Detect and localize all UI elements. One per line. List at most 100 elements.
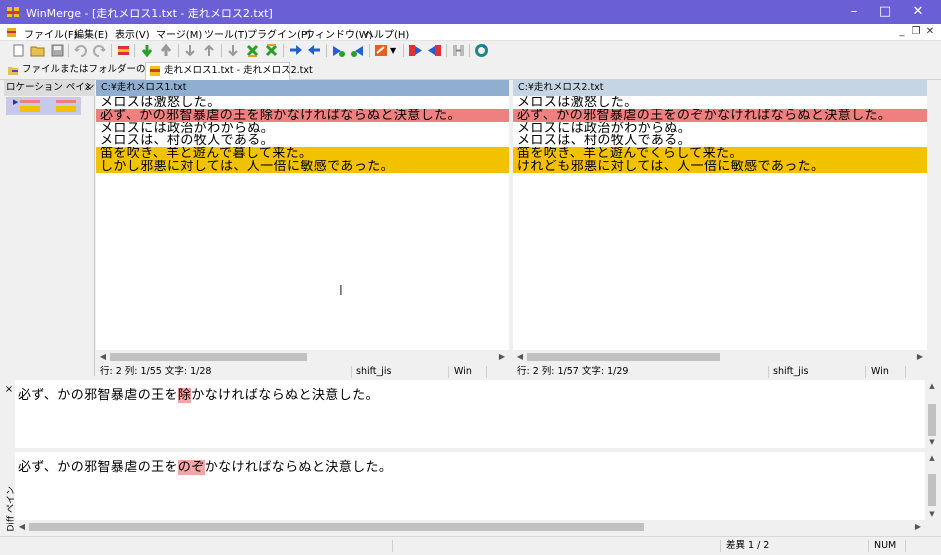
diff-pane-close-button[interactable]: × xyxy=(3,384,15,395)
copy-left-advance-icon[interactable] xyxy=(350,43,365,58)
diff-top-text-after: かなければならぬと決意した。 xyxy=(191,388,379,403)
text-cursor-icon: I xyxy=(339,284,343,299)
right-hscroll-thumb[interactable] xyxy=(527,353,720,361)
left-file-path: C:¥走れメロス1.txt xyxy=(96,80,509,96)
next-diff-icon[interactable] xyxy=(140,43,155,58)
scroll-left-icon[interactable]: ◀ xyxy=(513,350,527,364)
file-line[interactable]: メロスは、村の牧人である。 xyxy=(513,134,927,147)
right-hscrollbar[interactable]: ◀ ▶ xyxy=(513,350,927,364)
first-line-icon[interactable] xyxy=(226,43,241,58)
diff-bottom-text-after: かなければならぬと決意した。 xyxy=(204,460,393,475)
file-line[interactable]: メロスには政治がわからぬ。 xyxy=(96,122,509,135)
mdi-minimize-button[interactable]: _ xyxy=(896,26,908,38)
location-pane-close-button[interactable]: × xyxy=(82,80,94,96)
right-cursor-position: 行: 2 列: 1/57 文字: 1/29 xyxy=(517,366,629,377)
menu-edit[interactable]: 編集(E) xyxy=(74,26,108,41)
file-line[interactable]: しかし邪悪に対しては、人一倍に敏感であった。 xyxy=(96,159,509,173)
prev-diff-icon[interactable] xyxy=(159,43,174,58)
compare-doc-icon xyxy=(150,66,160,76)
close-button[interactable]: ✕ xyxy=(895,0,941,24)
scroll-right-icon[interactable]: ▶ xyxy=(495,350,509,364)
menu-plugins[interactable]: プラグイン(P) xyxy=(247,26,311,41)
file-line[interactable]: けれども邪悪に対しては、人一倍に敏感であった。 xyxy=(513,159,927,173)
diff-hscrollbar[interactable]: ◀ ▶ xyxy=(15,520,939,534)
menu-view[interactable]: 表示(V) xyxy=(115,26,150,41)
right-encoding: shift_jis xyxy=(773,366,809,377)
left-file-lines[interactable]: メロスは激怒した。 必ず、かの邪智暴虐の王を除かなければならぬと決意した。 メロスに… xyxy=(96,96,509,173)
save-icon[interactable] xyxy=(50,43,65,58)
left-hscrollbar[interactable]: ◀ ▶ xyxy=(96,350,509,364)
mdi-close-button[interactable]: ✕ xyxy=(924,26,936,38)
location-map[interactable]: ▶ xyxy=(6,97,81,115)
file-line[interactable]: メロスは激怒した。 xyxy=(96,96,509,109)
window-title: WinMerge - [走れメロス1.txt - 走れメロス2.txt] xyxy=(26,7,273,20)
diff-pane-bottom[interactable]: 必ず、かの邪智暴虐の王をのぞかなければならぬと決意した。 xyxy=(15,452,925,520)
last-conflict-icon[interactable] xyxy=(202,43,217,58)
refresh-icon[interactable] xyxy=(474,43,489,58)
undo-icon[interactable] xyxy=(73,43,88,58)
num-lock-indicator: NUM xyxy=(874,540,897,551)
first-diff-icon[interactable] xyxy=(116,43,131,58)
menu-bar: ファイル(F) 編集(E) 表示(V) マージ(M) ツール(T) プラグイン(… xyxy=(0,24,941,41)
left-encoding: shift_jis xyxy=(356,366,392,377)
diff-hscroll-thumb[interactable] xyxy=(29,523,644,531)
file-line[interactable]: メロスは激怒した。 xyxy=(513,96,927,109)
left-file-pane[interactable]: C:¥走れメロス1.txt メロスは激怒した。 必ず、かの邪智暴虐の王を除かなけれ… xyxy=(96,80,509,364)
file-line[interactable]: メロスは、村の牧人である。 xyxy=(96,134,509,147)
menu-window[interactable]: ウィンドウ(W) xyxy=(305,26,373,41)
tab-label: 走れメロス1.txt - 走れメロス2.txt xyxy=(164,65,313,76)
diff-pane: × Diff ペイン 必ず、かの邪智暴虐の王を除かなければならぬと決意した。 ▲… xyxy=(0,380,941,536)
scroll-down-icon[interactable]: ▼ xyxy=(925,436,939,448)
diff-top-line: 必ず、かの邪智暴虐の王を除かなければならぬと決意した。 xyxy=(18,384,379,403)
right-file-pane[interactable]: C:¥走れメロス2.txt メロスは激怒した。 必ず、かの邪智暴虐の王をのぞかなけ… xyxy=(513,80,927,364)
left-eol: Win xyxy=(454,366,472,377)
redo-icon[interactable] xyxy=(92,43,107,58)
mdi-restore-button[interactable]: ❐ xyxy=(910,26,922,38)
current-diff-icon[interactable] xyxy=(245,43,260,58)
menu-file[interactable]: ファイル(F) xyxy=(24,26,78,41)
options-icon[interactable] xyxy=(374,43,389,58)
scroll-left-icon[interactable]: ◀ xyxy=(15,520,29,534)
location-pane: ロケーション ペイン × ▶ xyxy=(4,80,95,376)
menu-help[interactable]: ヘルプ(H) xyxy=(364,26,409,41)
scroll-right-icon[interactable]: ▶ xyxy=(913,350,927,364)
toolbar: ▼ xyxy=(0,41,941,60)
copy-left-icon[interactable] xyxy=(307,43,322,58)
diff-top-vscrollbar[interactable]: ▲ ▼ xyxy=(925,380,939,448)
file-line[interactable]: 笛を吹き、羊と遊んで暮して来た。 xyxy=(96,147,509,160)
scroll-down-icon[interactable]: ▼ xyxy=(925,508,939,520)
last-diff-icon[interactable] xyxy=(264,43,279,58)
file-line[interactable]: 笛を吹き、羊と遊んでくらして来た。 xyxy=(513,147,927,160)
open-icon[interactable] xyxy=(30,43,45,58)
scroll-up-icon[interactable]: ▲ xyxy=(925,452,939,464)
scroll-up-icon[interactable]: ▲ xyxy=(925,380,939,392)
right-status-bar: 行: 2 列: 1/57 文字: 1/29 shift_jis Win xyxy=(513,364,941,380)
first-conflict-icon[interactable] xyxy=(183,43,198,58)
scroll-right-icon[interactable]: ▶ xyxy=(911,520,925,534)
tab-bar: ファイルまたはフォルダーの選択... 走れメロス1.txt - 走れメロス2.t… xyxy=(0,60,941,80)
title-bar: WinMerge - [走れメロス1.txt - 走れメロス2.txt] – □… xyxy=(0,0,941,24)
diff-top-vscroll-thumb[interactable] xyxy=(928,404,936,436)
file-line[interactable]: 必ず、かの邪智暴虐の王を除かなければならぬと決意した。 xyxy=(96,108,509,122)
diff-bottom-vscrollbar[interactable]: ▲ ▼ xyxy=(925,452,939,520)
diff-pane-top[interactable]: 必ず、かの邪智暴虐の王を除かなければならぬと決意した。 xyxy=(15,380,925,448)
tab-file-compare[interactable]: 走れメロス1.txt - 走れメロス2.txt xyxy=(145,62,313,80)
new-icon[interactable] xyxy=(11,43,26,58)
scroll-left-icon[interactable]: ◀ xyxy=(96,350,110,364)
winmerge-icon xyxy=(7,7,19,17)
left-hscroll-thumb[interactable] xyxy=(110,353,307,361)
menu-merge[interactable]: マージ(M) xyxy=(156,26,202,41)
diff-bottom-vscroll-thumb[interactable] xyxy=(928,474,936,506)
diff-top-text-before: 必ず、かの邪智暴虐の王を xyxy=(18,388,178,403)
close-diff-icon[interactable] xyxy=(451,43,466,58)
merge-left-icon[interactable] xyxy=(427,43,442,58)
options-dropdown-icon[interactable]: ▼ xyxy=(390,43,399,58)
menu-tools[interactable]: ツール(T) xyxy=(204,26,248,41)
right-file-lines[interactable]: メロスは激怒した。 必ず、かの邪智暴虐の王をのぞかなければならぬと決意した。 メロス… xyxy=(513,96,927,173)
merge-right-icon[interactable] xyxy=(408,43,423,58)
file-line[interactable]: メロスには政治がわからぬ。 xyxy=(513,122,927,135)
copy-right-advance-icon[interactable] xyxy=(331,43,346,58)
diff-pane-sidebar: × Diff ペイン xyxy=(3,380,17,536)
copy-right-icon[interactable] xyxy=(288,43,303,58)
file-line[interactable]: 必ず、かの邪智暴虐の王をのぞかなければならぬと決意した。 xyxy=(513,108,927,122)
